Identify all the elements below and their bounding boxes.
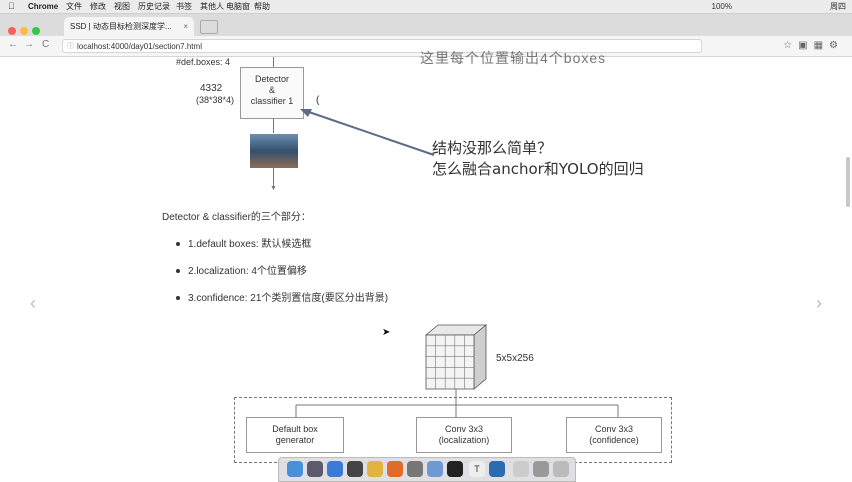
section-title: Detector & classifier的三个部分：	[162, 212, 311, 223]
connector-line	[273, 119, 274, 133]
menu-item-bookmarks[interactable]: 书签	[176, 0, 192, 13]
bullet-dot	[176, 296, 180, 301]
tab-bar: SSD | 动态目标检测深度学... ×	[0, 14, 852, 36]
typora-icon[interactable]: T	[469, 461, 485, 477]
bullet-item: 1.default boxes: 默认候选框	[176, 235, 311, 250]
count-value: 4332	[200, 83, 223, 94]
dims-value: (38*38*4)	[196, 95, 235, 105]
apple-icon[interactable]: 	[8, 0, 15, 13]
back-button[interactable]: ←	[8, 39, 18, 50]
bullet-item: 2.localization: 4个位置偏移	[176, 262, 307, 277]
tab-close-icon[interactable]: ×	[183, 17, 188, 36]
tab-title: SSD | 动态目标检测深度学...	[70, 22, 172, 31]
reload-button[interactable]: C	[42, 39, 49, 50]
menu-item-help[interactable]: 帮助	[254, 0, 270, 13]
info-icon[interactable]: ⓘ	[67, 40, 74, 54]
pycharm-icon[interactable]	[347, 461, 363, 477]
sample-image	[250, 134, 298, 168]
new-tab-button[interactable]	[200, 20, 218, 34]
cube-label: 5x5x256	[496, 353, 534, 364]
menu-item-window[interactable]: 电脑窗	[226, 0, 250, 13]
browser-icon[interactable]	[489, 461, 505, 477]
top-heading: 这里每个位置输出4个boxes	[420, 50, 607, 66]
extension-icons[interactable]: ☆▣▦⚙	[783, 40, 844, 51]
menu-item-people[interactable]: 其他人	[200, 0, 224, 13]
trash-icon[interactable]	[553, 461, 569, 477]
cursor-icon: ➤	[382, 327, 391, 338]
bullet-item: 3.confidence: 21个类别置信度(要区分出背景)	[176, 289, 388, 304]
detector-box: Detector & classifier 1	[240, 67, 304, 119]
menu-item-file[interactable]: 文件	[66, 0, 82, 13]
arrow-down-icon: ▼	[270, 185, 277, 192]
conv-confidence-box: Conv 3x3 (confidence)	[566, 417, 662, 453]
maximize-window-icon[interactable]	[32, 27, 40, 35]
annotation-line-1: 结构没那么简单？	[432, 139, 553, 157]
feature-cube	[424, 324, 488, 390]
conv-localization-box: Conv 3x3 (localization)	[416, 417, 512, 453]
bullet-dot	[176, 269, 180, 274]
menu-app-name[interactable]: Chrome	[28, 0, 58, 13]
prev-slide-button[interactable]: ‹	[30, 293, 36, 314]
bullet-text: 1.default boxes: 默认候选框	[188, 239, 312, 250]
menu-item-edit[interactable]: 修改	[90, 0, 106, 13]
bullet-text: 3.confidence: 21个类别置信度(要区分出背景)	[188, 293, 389, 304]
annotation-arrow	[300, 109, 435, 156]
keynote-icon[interactable]	[387, 461, 403, 477]
battery-status: 100%	[711, 2, 732, 11]
terminal-icon[interactable]	[447, 461, 463, 477]
bullet-text: 2.localization: 4个位置偏移	[188, 266, 307, 277]
def-boxes-label: #def.boxes: 4	[176, 57, 231, 67]
dock: T	[278, 457, 576, 482]
minimize-window-icon[interactable]	[20, 27, 28, 35]
image-capture-icon[interactable]	[513, 461, 529, 477]
scrollbar-thumb[interactable]	[846, 157, 850, 207]
bullet-dot	[176, 242, 180, 247]
slide-content: #def.boxes: 4 这里每个位置输出4个boxes 4332 (38*3…	[0, 50, 852, 463]
preferences-icon[interactable]	[407, 461, 423, 477]
tab-active[interactable]: SSD | 动态目标检测深度学... ×	[64, 17, 194, 36]
url-text: localhost:4000/day01/section7.html	[77, 42, 202, 51]
finder-icon[interactable]	[287, 461, 303, 477]
menu-item-view[interactable]: 视图	[114, 0, 130, 13]
default-box-generator: Default box generator	[246, 417, 344, 453]
close-window-icon[interactable]	[8, 27, 16, 35]
menu-item-history[interactable]: 历史记录	[138, 0, 170, 13]
clock-text: 周四	[830, 2, 846, 11]
next-slide-button[interactable]: ›	[816, 293, 822, 314]
xcode-icon[interactable]	[427, 461, 443, 477]
chrome-icon[interactable]	[367, 461, 383, 477]
launchpad-icon[interactable]	[307, 461, 323, 477]
safari-icon[interactable]	[327, 461, 343, 477]
connector-line	[273, 57, 274, 67]
annotation-line-2: 怎么融合anchor和YOLO的回归	[432, 160, 644, 178]
menu-bar:  Chrome 文件 修改 视图 历史记录 书签 其他人 电脑窗 帮助 100…	[0, 0, 852, 14]
forward-button[interactable]: →	[24, 39, 34, 50]
downloads-icon[interactable]	[533, 461, 549, 477]
